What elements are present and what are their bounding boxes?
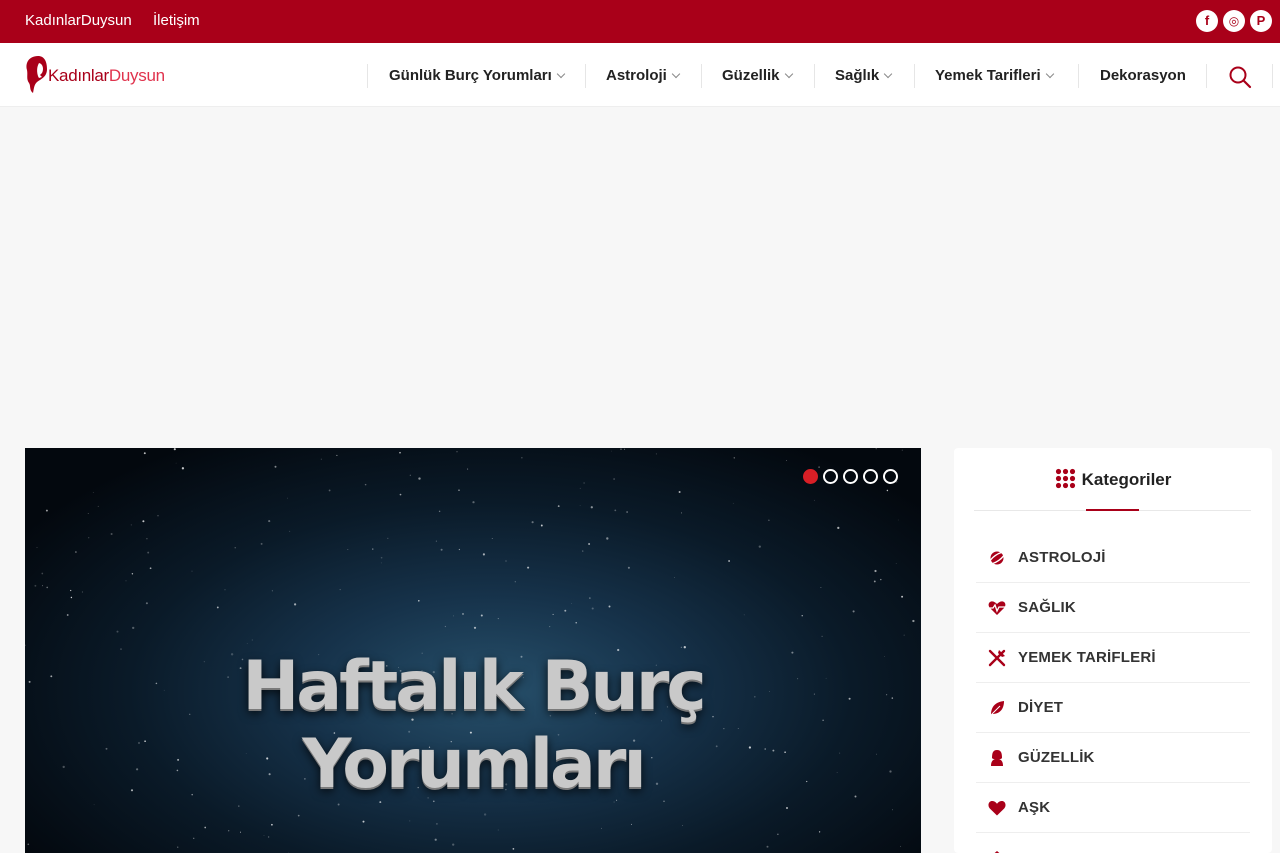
slider-pagination (803, 469, 903, 485)
top-bar: KadınlarDuysun İletişim f ◎ P (0, 0, 1280, 43)
nav-item-health[interactable]: Sağlık (835, 67, 893, 84)
category-label: GÜZELLİK (1018, 749, 1095, 766)
leaf-icon (990, 701, 1004, 716)
woman-profile-logo-icon (26, 56, 47, 93)
facebook-icon[interactable]: f (1196, 10, 1218, 32)
nav-separator (1078, 64, 1079, 88)
heartbeat-icon (988, 601, 1006, 615)
chevron-down-icon (556, 69, 566, 79)
nav-item-recipes[interactable]: Yemek Tarifleri (935, 67, 1054, 84)
chevron-down-icon (1045, 69, 1054, 79)
category-label: AŞK (1018, 799, 1051, 816)
site-logo[interactable]: KadınlarDuysun (25, 55, 165, 95)
heart-icon (988, 800, 1006, 816)
decoration-icon (994, 851, 1000, 853)
chevron-down-icon (671, 69, 681, 79)
category-label: ASTROLOJİ (1018, 549, 1106, 566)
chevron-down-icon (784, 69, 793, 79)
logo-text: KadınlarDuysun (48, 66, 165, 85)
nav-separator (585, 64, 586, 88)
category-label: SAĞLIK (1018, 599, 1076, 616)
widget-title-text: Kategoriler (1081, 470, 1172, 489)
topbar-link-contact[interactable]: İletişim (153, 12, 200, 29)
slider-dot[interactable] (803, 469, 818, 484)
slide-title[interactable]: Haftalık Burç Yorumları (25, 648, 921, 804)
category-item-diet[interactable]: DİYET (976, 683, 1250, 733)
search-icon (1229, 66, 1252, 89)
chevron-down-icon (883, 69, 893, 79)
slider-dot[interactable] (823, 469, 838, 484)
nav-item-decoration[interactable]: Dekorasyon (1100, 67, 1186, 84)
utensils-icon (988, 649, 1006, 667)
main-header: KadınlarDuysun Günlük Burç Yorumları Ast… (0, 43, 1280, 107)
nav-separator (914, 64, 915, 88)
category-item-astrology[interactable]: ASTROLOJİ (976, 533, 1250, 583)
category-item-recipes[interactable]: YEMEK TARİFLERİ (976, 633, 1250, 683)
grid-icon (1055, 468, 1075, 489)
featured-slider[interactable]: Haftalık Burç Yorumları (25, 448, 921, 853)
nav-item-astrology[interactable]: Astroloji (606, 67, 681, 84)
nav-separator (1272, 64, 1273, 88)
topbar-link-home[interactable]: KadınlarDuysun (25, 12, 132, 29)
slide-title-line1: Haftalık Burç (242, 647, 706, 726)
pinterest-icon[interactable]: P (1250, 10, 1272, 32)
search-button[interactable] (1228, 65, 1252, 89)
woman-icon (991, 750, 1003, 766)
planet-icon (988, 551, 1006, 565)
category-item-beauty[interactable]: GÜZELLİK (976, 733, 1250, 783)
category-item-love[interactable]: AŞK (976, 783, 1250, 833)
nav-item-beauty[interactable]: Güzellik (722, 67, 793, 84)
widget-title: Kategoriler (954, 468, 1272, 490)
category-label: DİYET (1018, 699, 1064, 716)
category-item-partial[interactable] (976, 833, 1250, 853)
widget-divider-accent (1086, 509, 1139, 511)
slider-dot[interactable] (843, 469, 858, 484)
nav-item-daily-horoscope[interactable]: Günlük Burç Yorumları (389, 67, 566, 84)
nav-separator (1206, 64, 1207, 88)
category-label: YEMEK TARİFLERİ (1018, 649, 1156, 666)
categories-widget: Kategoriler ASTROLOJİ SAĞLIK YEMEK TARİF… (954, 448, 1272, 853)
instagram-icon[interactable]: ◎ (1223, 10, 1245, 32)
slide-title-line2: Yorumları (302, 725, 647, 804)
nav-separator (367, 64, 368, 88)
nav-separator (814, 64, 815, 88)
category-item-health[interactable]: SAĞLIK (976, 583, 1250, 633)
slider-dot[interactable] (863, 469, 878, 484)
nav-separator (701, 64, 702, 88)
slider-dot[interactable] (883, 469, 898, 484)
